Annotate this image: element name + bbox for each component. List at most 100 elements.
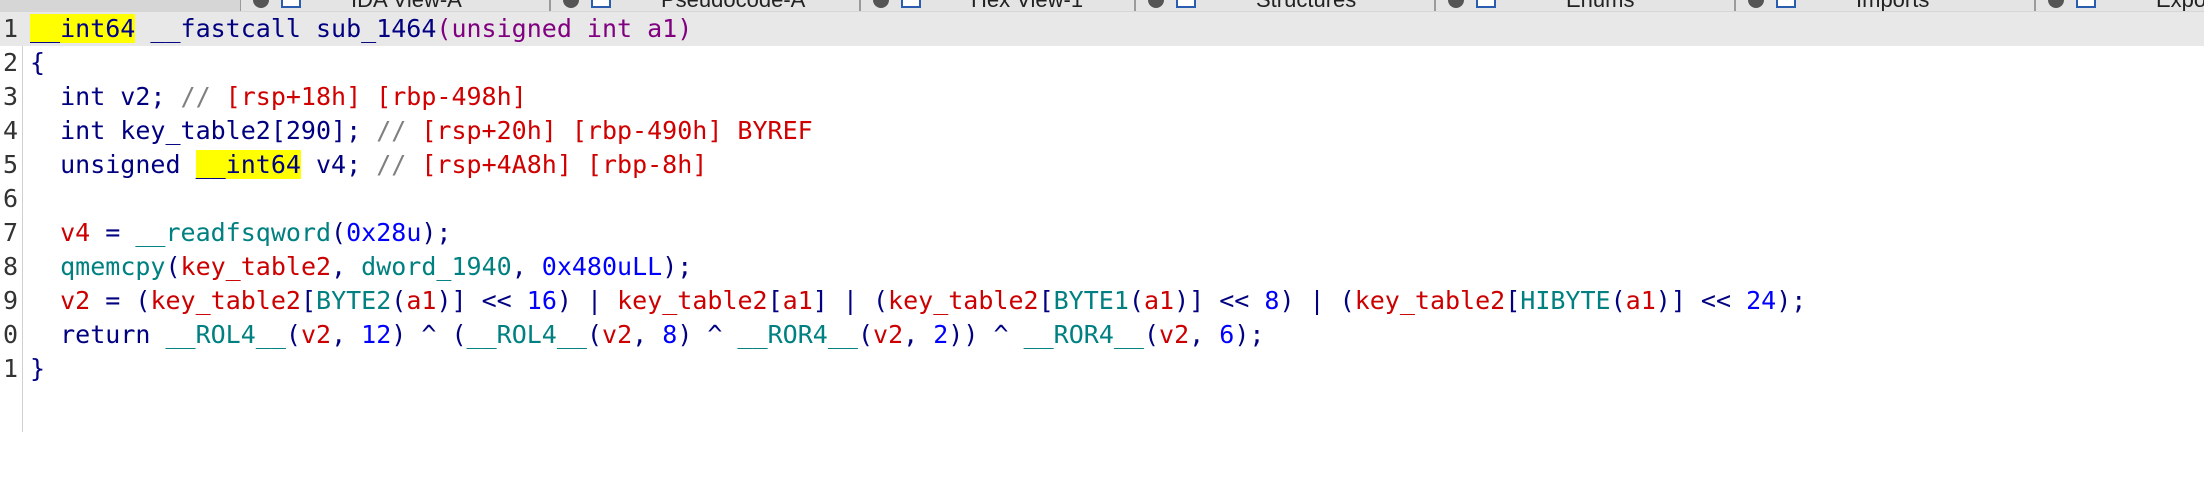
enums-icon bbox=[1476, 0, 1496, 8]
line-number: 5 bbox=[2, 150, 18, 179]
code-line-3[interactable]: 3 int v2; // [rsp+18h] [rbp-498h] bbox=[0, 80, 2204, 114]
comment-offsets: [rsp+20h] [rbp-490h] BYREF bbox=[421, 116, 813, 145]
line-number: 3 bbox=[2, 82, 18, 111]
paren: ( bbox=[586, 320, 603, 349]
number[interactable]: 2 bbox=[933, 320, 948, 349]
paren: ( bbox=[1610, 286, 1626, 315]
operator: ) ^ ( bbox=[391, 320, 467, 349]
line-number: 9 bbox=[2, 286, 18, 315]
param-type: (unsigned int bbox=[436, 14, 648, 43]
paren: ( bbox=[391, 286, 407, 315]
macro-byte2[interactable]: BYTE2 bbox=[316, 286, 391, 315]
macro-ror4[interactable]: __ROR4__ bbox=[738, 320, 858, 349]
var-v2[interactable]: v2 bbox=[60, 286, 90, 315]
tab-hex-view[interactable]: Hex View-1 bbox=[860, 0, 1135, 11]
code-line-7[interactable]: 7 v4 = __readfsqword(0x28u); bbox=[0, 216, 2204, 250]
macro-byte1[interactable]: BYTE1 bbox=[1054, 286, 1129, 315]
var-key-table2[interactable]: key_table2 bbox=[888, 286, 1039, 315]
var-v4[interactable]: v4 bbox=[60, 218, 90, 247]
var-key-table2[interactable]: key_table2 bbox=[181, 252, 332, 281]
tab-enums[interactable]: Enums bbox=[1435, 0, 1735, 11]
global-dword-1940[interactable]: dword_1940 bbox=[361, 252, 512, 281]
type-highlighted[interactable]: __int64 bbox=[195, 150, 301, 179]
macro-hibyte[interactable]: HIBYTE bbox=[1520, 286, 1610, 315]
number[interactable]: 8 bbox=[1264, 286, 1279, 315]
var-a1[interactable]: a1 bbox=[1144, 286, 1174, 315]
code-text[interactable]: __int64 __fastcall sub_1464(unsigned int… bbox=[30, 12, 692, 46]
tab-close-icon[interactable] bbox=[2048, 0, 2064, 8]
code-line-4[interactable]: 4 int key_table2[290]; // [rsp+20h] [rbp… bbox=[0, 114, 2204, 148]
tab-close-icon[interactable] bbox=[1148, 0, 1164, 8]
number[interactable]: 12 bbox=[361, 320, 391, 349]
number[interactable]: 6 bbox=[1219, 320, 1234, 349]
operator: = ( bbox=[90, 286, 151, 315]
code-line-9[interactable]: 9 v2 = (key_table2[BYTE2(a1)] << 16) | k… bbox=[0, 284, 2204, 318]
declaration[interactable]: int v2; bbox=[30, 82, 181, 111]
var-a1[interactable]: a1 bbox=[406, 286, 436, 315]
call-qmemcpy[interactable]: qmemcpy bbox=[60, 252, 165, 281]
var-key-table2[interactable]: key_table2 bbox=[1355, 286, 1506, 315]
number[interactable]: 0x480uLL bbox=[542, 252, 662, 281]
tab-pseudocode[interactable]: Pseudocode-A bbox=[550, 0, 860, 11]
paren: ( bbox=[1128, 286, 1144, 315]
paren: ( bbox=[331, 218, 347, 247]
var-v2[interactable]: v2 bbox=[1159, 320, 1189, 349]
number[interactable]: 24 bbox=[1746, 286, 1776, 315]
tab-imports[interactable]: Imports bbox=[1735, 0, 2035, 11]
macro-ror4[interactable]: __ROR4__ bbox=[1024, 320, 1144, 349]
macro-rol4[interactable]: __ROL4__ bbox=[467, 320, 587, 349]
operator: = bbox=[90, 218, 136, 247]
comma: , bbox=[331, 320, 362, 349]
bracket: [ bbox=[300, 286, 317, 315]
operator: ) | ( bbox=[1279, 286, 1355, 315]
tab-close-icon[interactable] bbox=[873, 0, 889, 8]
line-number: 4 bbox=[2, 116, 18, 145]
var-a1[interactable]: a1 bbox=[783, 286, 813, 315]
code-line-10[interactable]: 0 return __ROL4__(v2, 12) ^ (__ROL4__(v2… bbox=[0, 318, 2204, 352]
var-v2[interactable]: v2 bbox=[602, 320, 632, 349]
code-line-11[interactable]: 1 } bbox=[0, 352, 2204, 386]
call-readfsqword[interactable]: __readfsqword bbox=[135, 218, 331, 247]
declaration-var[interactable]: v4; bbox=[301, 150, 376, 179]
tab-ida-view[interactable]: IDA View-A bbox=[240, 0, 550, 11]
tab-close-icon[interactable] bbox=[1448, 0, 1464, 8]
number[interactable]: 8 bbox=[662, 320, 677, 349]
line-number: 1 bbox=[2, 14, 18, 43]
code-line-5[interactable]: 5 unsigned __int64 v4; // [rsp+4A8h] [rb… bbox=[0, 148, 2204, 182]
operator: )] << bbox=[1174, 286, 1265, 315]
declaration[interactable]: int key_table2[290]; bbox=[30, 116, 376, 145]
code-line-6[interactable]: 6 bbox=[0, 182, 2204, 216]
code-line-8[interactable]: 8 qmemcpy(key_table2, dword_1940, 0x480u… bbox=[0, 250, 2204, 284]
code-line-2[interactable]: 2 { bbox=[0, 46, 2204, 80]
function-name[interactable]: sub_1464 bbox=[316, 14, 436, 43]
tab-exports[interactable]: Exports bbox=[2035, 0, 2204, 11]
tab-close-icon[interactable] bbox=[1748, 0, 1764, 8]
imports-icon bbox=[1776, 0, 1796, 8]
tab-close-icon[interactable] bbox=[253, 0, 269, 8]
return-type-highlighted[interactable]: __int64 bbox=[30, 14, 136, 43]
var-v2[interactable]: v2 bbox=[301, 320, 331, 349]
structures-icon bbox=[1176, 0, 1196, 8]
line-number: 8 bbox=[2, 252, 18, 281]
param-a1[interactable]: a1 bbox=[647, 14, 677, 43]
var-key-table2[interactable]: key_table2 bbox=[617, 286, 768, 315]
paren: ); bbox=[662, 252, 693, 281]
tab-close-icon[interactable] bbox=[563, 0, 579, 8]
comma: , bbox=[632, 320, 663, 349]
var-key-table2[interactable]: key_table2 bbox=[150, 286, 301, 315]
macro-rol4[interactable]: __ROL4__ bbox=[165, 320, 285, 349]
line-number: 0 bbox=[2, 320, 18, 349]
operator: )] << bbox=[436, 286, 527, 315]
number[interactable]: 16 bbox=[527, 286, 557, 315]
calling-convention: __fastcall bbox=[135, 14, 316, 43]
code-line-1[interactable]: 1 __int64 __fastcall sub_1464(unsigned i… bbox=[0, 12, 2204, 46]
var-v2[interactable]: v2 bbox=[873, 320, 903, 349]
tab-structures[interactable]: Structures bbox=[1135, 0, 1435, 11]
number[interactable]: 0x28u bbox=[346, 218, 421, 247]
pseudocode-view[interactable]: 1 __int64 __fastcall sub_1464(unsigned i… bbox=[0, 12, 2204, 432]
operator: )] << bbox=[1655, 286, 1747, 315]
var-a1[interactable]: a1 bbox=[1626, 286, 1656, 315]
comment: // bbox=[376, 150, 422, 179]
comment: // bbox=[376, 116, 422, 145]
paren: ( bbox=[1143, 320, 1160, 349]
